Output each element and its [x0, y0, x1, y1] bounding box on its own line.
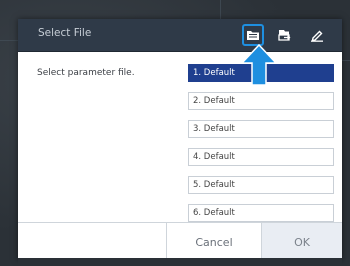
file-open-icon [246, 29, 260, 41]
parameter-file-item[interactable]: 5. Default [188, 176, 334, 194]
dialog-header: Select File [18, 19, 342, 52]
parameter-file-item[interactable]: 2. Default [188, 92, 334, 110]
background-line [342, 60, 350, 61]
background-line [0, 40, 18, 41]
dialog-title: Select File [38, 27, 92, 39]
dialog-footer: Cancel OK [18, 222, 342, 261]
pointer-arrow-icon [241, 44, 277, 86]
edit-button[interactable] [306, 24, 328, 46]
select-file-dialog: Select File Select parameter file. 1. De… [18, 19, 342, 261]
file-open-button[interactable] [242, 24, 264, 46]
ok-button[interactable]: OK [261, 223, 342, 261]
file-load-button[interactable] [274, 24, 296, 46]
parameter-file-item[interactable]: 4. Default [188, 148, 334, 166]
background-line [220, 0, 221, 19]
parameter-file-item[interactable]: 6. Default [188, 204, 334, 222]
background-strip [18, 258, 342, 266]
file-load-icon [278, 29, 292, 42]
edit-pen-icon [310, 29, 324, 42]
cancel-button[interactable]: Cancel [166, 223, 261, 261]
select-parameter-label: Select parameter file. [37, 68, 135, 78]
dialog-body: Select parameter file. 1. Default 2. Def… [18, 52, 342, 222]
parameter-file-item[interactable]: 3. Default [188, 120, 334, 138]
